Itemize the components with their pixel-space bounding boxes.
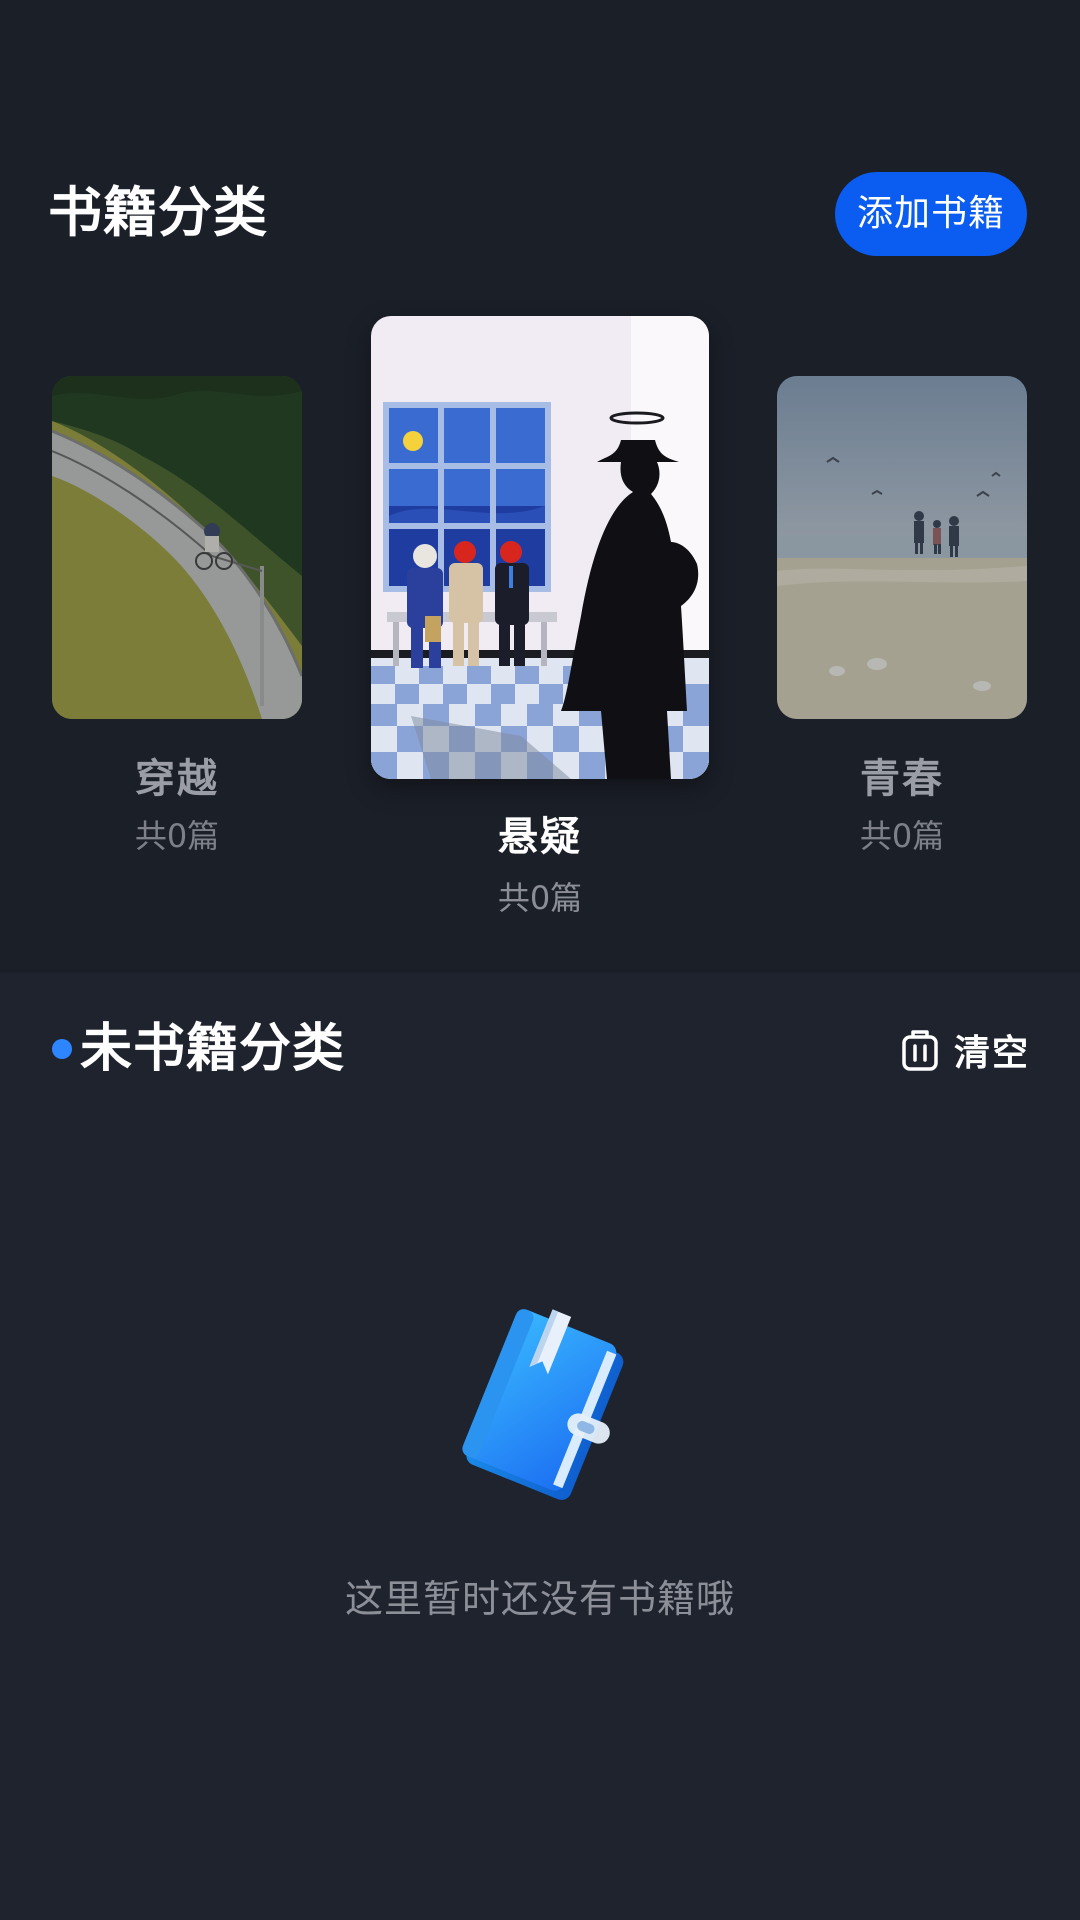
category-section: 书籍分类 添加书籍 穿越 共0篇 悬疑 共0篇 青春 共0篇 [0, 0, 1080, 973]
page-title: 书籍分类 [48, 181, 268, 244]
clear-label: 清空 [954, 1033, 1031, 1074]
empty-book-illustration [430, 1300, 650, 1524]
clear-button[interactable]: 清空 [900, 1022, 1030, 1078]
trash-icon [900, 1028, 940, 1072]
screen: 书籍分类 添加书籍 穿越 共0篇 悬疑 共0篇 青春 共0篇 未书籍分类 清空 … [0, 0, 1080, 1920]
category-count: 共0篇 [859, 817, 945, 855]
empty-state-text: 这里暂时还没有书籍哦 [344, 1577, 735, 1621]
category-name: 悬疑 [498, 814, 582, 860]
category-cover-image [777, 376, 1027, 719]
category-cover-image [52, 376, 302, 719]
category-name: 穿越 [135, 756, 219, 802]
uncategorized-header: 未书籍分类 [52, 1012, 345, 1086]
add-book-button[interactable]: 添加书籍 [835, 172, 1027, 256]
category-card-xuanyi[interactable]: 悬疑 共0篇 [371, 316, 709, 921]
category-count: 共0篇 [134, 817, 220, 855]
category-card-chuanyue[interactable]: 穿越 共0篇 [52, 376, 302, 859]
category-count: 共0篇 [497, 879, 583, 917]
category-cover-image [371, 316, 709, 779]
category-name: 青春 [860, 756, 944, 802]
section-dot-icon [52, 1039, 72, 1059]
uncategorized-title: 未书籍分类 [80, 1019, 346, 1079]
category-card-qingchun[interactable]: 青春 共0篇 [777, 376, 1027, 859]
